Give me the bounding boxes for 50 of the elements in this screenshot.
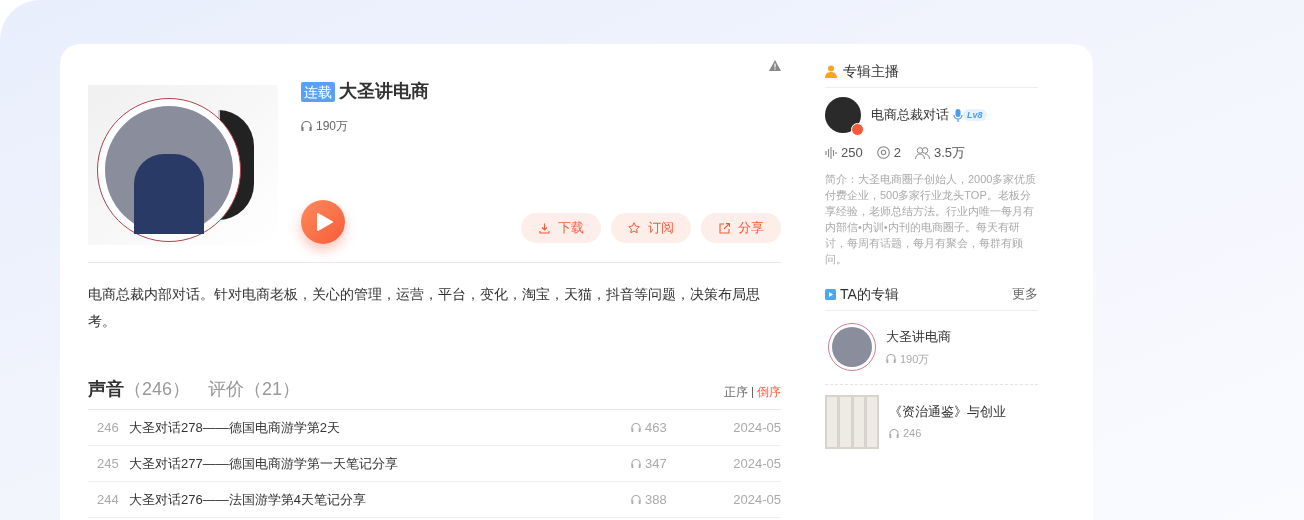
disc-icon xyxy=(876,146,890,160)
play-button[interactable] xyxy=(301,200,345,244)
host-avatar[interactable] xyxy=(825,97,861,133)
sort-option[interactable]: 正序 xyxy=(724,383,748,401)
track-title[interactable]: 大圣对话277——德国电商游学第一天笔记分享 xyxy=(129,453,631,474)
track-plays: 347 xyxy=(645,454,667,473)
track-title[interactable]: 大圣对话278——德国电商游学第2天 xyxy=(129,417,631,438)
host-name[interactable]: 电商总裁对话 xyxy=(871,105,949,125)
headphones-icon xyxy=(631,495,641,504)
headphones-icon xyxy=(631,423,641,432)
follower-count: 3.5万 xyxy=(933,144,965,162)
headphones-icon xyxy=(886,354,896,364)
section-heading: 专辑主播 xyxy=(843,62,899,81)
host-bio: 简介：大圣电商圈子创始人，2000多家优质付费企业，500多家行业龙头TOP。老板分享经验，老师总结方法。行业内唯一每月有内部信•内训•内刊的电商圈子。每天有研讨，每周有话题，每月有聚会，每群有顾问。 xyxy=(825,171,1038,267)
play-count: 190万 xyxy=(900,351,930,367)
track-date: 2024-05 xyxy=(732,418,781,437)
soundwave-icon xyxy=(825,146,837,159)
play-count: 190万 xyxy=(316,118,349,135)
album-title: 大圣讲电商 xyxy=(339,80,429,103)
track-title[interactable]: 大圣对话276——法国游学第4天笔记分享 xyxy=(129,489,631,510)
section-heading: TA的专辑 xyxy=(840,284,899,304)
download-icon xyxy=(538,222,550,234)
album-title[interactable]: 《资治通鉴》与创业 xyxy=(889,401,1006,421)
star-icon xyxy=(628,222,640,234)
track-date: 2024-05 xyxy=(732,490,781,509)
warning-icon[interactable] xyxy=(769,60,781,71)
track-date: 2024-05 xyxy=(732,454,781,473)
album-count: 2 xyxy=(893,144,901,162)
track-plays: 388 xyxy=(645,490,667,509)
play-count: 246 xyxy=(903,426,922,441)
track-plays: 463 xyxy=(645,418,667,437)
track-number: 246 xyxy=(96,418,120,437)
level-badge: Lv8 xyxy=(963,109,987,121)
headphones-icon xyxy=(889,428,899,438)
more-link[interactable]: 更多 xyxy=(1012,284,1038,304)
headphones-icon xyxy=(301,121,312,131)
microphone-icon xyxy=(953,108,963,122)
share-icon xyxy=(718,222,730,234)
album-title[interactable]: 大圣讲电商 xyxy=(886,327,951,347)
album-description: 电商总裁内部对话。针对电商老板，关心的管理，运营，平台，变化，淘宝，天猫，抖音等问题，决策布局思考。 xyxy=(88,285,761,331)
people-icon xyxy=(914,146,930,159)
video-icon xyxy=(825,288,836,300)
track-count: 250 xyxy=(841,144,863,162)
track-number: 245 xyxy=(96,454,120,473)
person-icon xyxy=(825,65,837,78)
serial-badge: 连载 xyxy=(301,81,335,102)
section-tab[interactable]: 声音（246） xyxy=(88,377,191,401)
play-icon xyxy=(316,213,333,231)
headphones-icon xyxy=(631,459,641,468)
track-number: 244 xyxy=(96,490,120,509)
